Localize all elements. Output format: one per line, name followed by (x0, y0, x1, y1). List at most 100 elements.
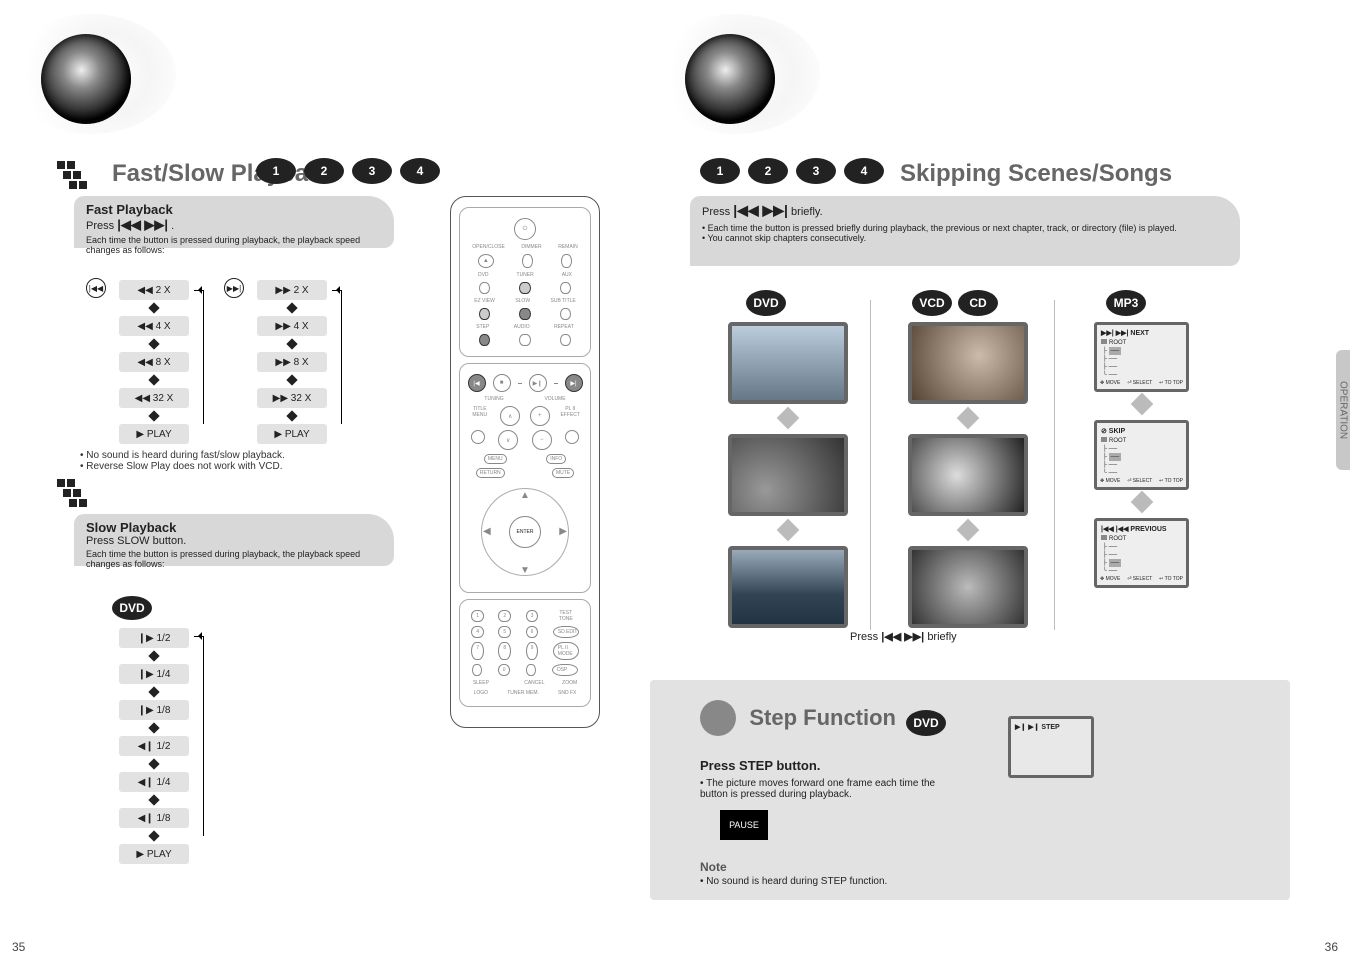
title-menu-button[interactable] (471, 430, 485, 444)
step-body: Press STEP button. (700, 758, 820, 773)
speed-chip: ◀◀ 2 X (119, 280, 189, 300)
num-2[interactable]: 2 (498, 610, 511, 622)
cd-badge: CD (958, 290, 998, 316)
oval-4: 4 (844, 158, 884, 184)
repeat-button[interactable] (560, 334, 571, 346)
num-4[interactable]: 4 (471, 626, 484, 638)
skip-fwd-button[interactable]: ▶| (565, 374, 583, 392)
step-ovals: 1 2 3 4 (256, 158, 440, 184)
info-button[interactable]: INFO (546, 454, 566, 464)
power-icon[interactable]: ⏻ (514, 218, 536, 240)
dvd-thumb-col: ▶▶| NEXT |◀◀ PREVIOUS (728, 322, 848, 634)
manual-page-right: 1 2 3 4 Skipping Scenes/Songs Press |◀◀ … (650, 0, 1350, 954)
speed-chip: ◀◀ 8 X (119, 352, 189, 372)
dvd-badge: DVD (746, 290, 786, 316)
oval-1: 1 (256, 158, 296, 184)
num-7[interactable]: 7 (471, 642, 484, 660)
skip-pair-icon: |◀◀ ▶▶| (881, 631, 924, 643)
page-number: 36 (1325, 940, 1338, 954)
slow-button[interactable] (519, 308, 530, 320)
step-screen: ▶❙ ▶❙ STEP (1008, 716, 1094, 778)
enter-button[interactable]: ENTER (509, 516, 541, 548)
fast-header: Fast Playback Press |◀◀ ▶▶| . Each time … (74, 196, 394, 248)
slow-header: Slow Playback Press SLOW button. Each ti… (74, 514, 394, 566)
sdedit-button[interactable]: SD.EDIT (553, 626, 579, 638)
step-title: Step Function (749, 705, 896, 730)
speed-chip: ◀◀ 32 X (119, 388, 189, 408)
note-body: • No sound is heard during STEP function… (700, 876, 887, 887)
page-title: Skipping Scenes/Songs (900, 160, 1172, 188)
dvd-badge: DVD (906, 710, 946, 736)
return-button[interactable]: RETURN (476, 468, 505, 478)
dsp-button[interactable]: DSP (552, 664, 578, 676)
num-8[interactable]: 8 (498, 642, 511, 660)
num-1[interactable]: 1 (471, 610, 484, 622)
speed-chip: ◀❙ 1/2 (119, 736, 189, 756)
num-9[interactable]: 9 (526, 642, 539, 660)
skip-back-icon[interactable]: |◀◀ (86, 278, 106, 298)
bullet-icon (700, 700, 736, 736)
pl2mode-button[interactable]: PL II MODE (553, 642, 579, 660)
tuning-up-button[interactable]: ∧ (500, 406, 520, 426)
remote-control: ⏻ OPEN/CLOSEDIMMERREMAIN ▲ DVDTUNERAUX E… (450, 196, 600, 728)
speed-chip: ▶▶ 4 X (257, 316, 327, 336)
side-tab: OPERATION (1336, 350, 1350, 470)
speed-chip: ▶▶ 2 X (257, 280, 327, 300)
tuner-button[interactable] (519, 282, 530, 294)
remain-button[interactable] (561, 254, 572, 268)
mp3-hint: Press |◀◀ ▶▶| briefly (850, 630, 957, 643)
slow-press: Press SLOW button. (86, 535, 186, 547)
cancel-button[interactable] (526, 664, 536, 676)
tuning-down-button[interactable]: ∨ (498, 430, 518, 450)
slow-ladder: ❙▶ 1/2 ❙▶ 1/4 ❙▶ 1/8 ◀❙ 1/2 ◀❙ 1/4 ◀❙ 1/… (116, 628, 192, 864)
skip-pair-icon: |◀◀ ▶▶| (733, 202, 788, 218)
speed-chip: ❙▶ 1/4 (119, 664, 189, 684)
section-chevrons (56, 160, 96, 190)
volume-up-button[interactable]: + (530, 406, 550, 426)
oval-3: 3 (352, 158, 392, 184)
menu-button[interactable]: MENU (484, 454, 507, 464)
oval-4: 4 (400, 158, 440, 184)
subtitle-button[interactable] (560, 308, 571, 320)
aux-button[interactable] (560, 282, 571, 294)
fast-notes: • No sound is heard during fast/slow pla… (80, 450, 285, 472)
section-chevrons (56, 478, 96, 508)
slow-heading: Slow Playback (86, 520, 176, 535)
num-5[interactable]: 5 (498, 626, 511, 638)
num-0[interactable]: 0 (498, 664, 511, 676)
mp3-screen: ▶▶|▶▶| NEXT ROOT ├ ── ├ ── ├ ── └ ── ✥ M… (1094, 322, 1189, 392)
num-6[interactable]: 6 (526, 626, 539, 638)
mp3-screen: |◀◀|◀◀ PREVIOUS ROOT ├ ── ├ ── ├ ── └ ──… (1094, 518, 1189, 588)
pl2-effect-button[interactable] (565, 430, 579, 444)
dimmer-button[interactable] (522, 254, 533, 268)
dvd-button[interactable] (479, 282, 490, 294)
skip-back-button[interactable]: |◀ (468, 374, 486, 392)
slow-dvd-badge: DVD (112, 596, 152, 620)
num-3[interactable]: 3 (526, 610, 539, 622)
ezview-button[interactable] (479, 308, 490, 320)
audio-button[interactable] (519, 334, 530, 346)
speed-chip: ◀◀ 4 X (119, 316, 189, 336)
speed-chip: ❙▶ 1/2 (119, 628, 189, 648)
hdr-pre: Press (702, 206, 733, 218)
sleep-button[interactable] (472, 664, 482, 676)
speed-chip: ▶▶ 32 X (257, 388, 327, 408)
stop-button[interactable]: ■ (493, 374, 511, 392)
note-head: Note (700, 860, 727, 874)
mp3-thumb-col: ▶▶|▶▶| NEXT ROOT ├ ── ├ ── ├ ── └ ── ✥ M… (1094, 322, 1189, 592)
play-pause-button[interactable]: ▶❙ (529, 374, 547, 392)
page-number: 35 (12, 940, 25, 954)
oval-3: 3 (796, 158, 836, 184)
open-close-button[interactable]: ▲ (478, 254, 494, 268)
skip-fwd-icon[interactable]: ▶▶| (224, 278, 244, 298)
dpad[interactable]: ▲ ◀ ▶ ▼ ENTER (475, 482, 575, 582)
step-button[interactable] (479, 334, 490, 346)
fast-press-suf: . (171, 220, 174, 232)
mp3-badge: MP3 (1106, 290, 1146, 316)
volume-down-button[interactable]: − (532, 430, 552, 450)
mute-button[interactable]: MUTE (552, 468, 574, 478)
speaker-decor (6, 14, 176, 134)
skip-sub1: • Each time the button is pressed briefl… (702, 223, 1228, 233)
step-sub: • The picture moves forward one frame ea… (700, 778, 960, 800)
fast-press-pre: Press (86, 220, 117, 232)
